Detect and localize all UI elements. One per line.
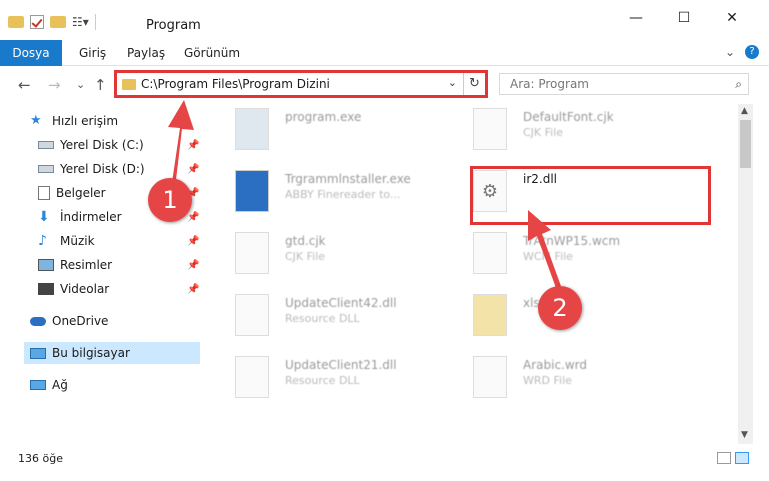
- step-1-badge: 1: [148, 178, 192, 222]
- arrow-2: [528, 210, 561, 288]
- annotation-arrows: [168, 100, 561, 288]
- step-2-badge: 2: [538, 286, 582, 330]
